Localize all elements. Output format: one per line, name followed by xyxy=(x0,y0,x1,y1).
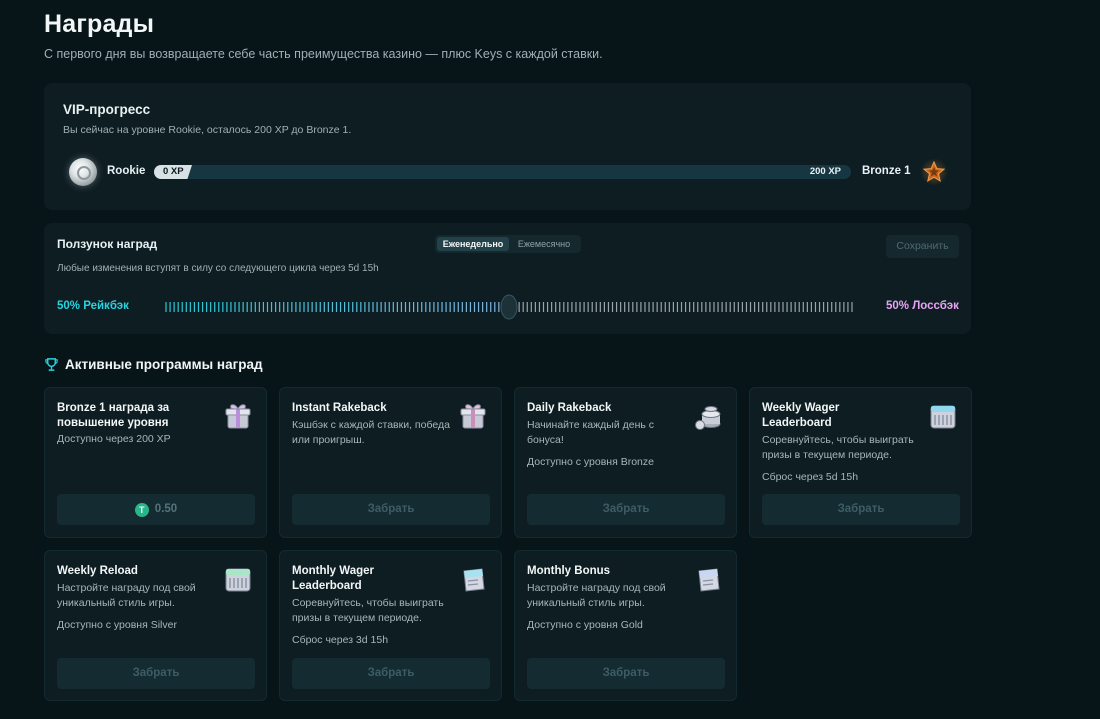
target-xp-label: 200 XP xyxy=(809,166,841,177)
calendar-icon xyxy=(930,405,956,429)
calendar-icon xyxy=(225,568,251,592)
programs-heading: Активные программы наград xyxy=(44,357,263,372)
slider-title: Ползунок наград xyxy=(57,237,158,251)
vip-progress-panel: VIP-прогресс Вы сейчас на уровне Rookie,… xyxy=(44,83,971,210)
gift-card-icon xyxy=(463,568,485,592)
card-title: Monthly Wager Leaderboard xyxy=(292,565,374,592)
card-description: Соревнуйтесь, чтобы выиграть призы в тек… xyxy=(292,597,444,624)
claim-button[interactable]: Забрать xyxy=(527,658,725,689)
page-title: Награды xyxy=(44,10,155,38)
vip-title: VIP-прогресс xyxy=(63,102,151,117)
card-availability: Доступно с уровня Silver xyxy=(57,619,177,631)
card-title: Instant Rakeback xyxy=(292,402,387,414)
rookie-medal-icon xyxy=(69,158,97,186)
gift-box-icon xyxy=(225,404,251,429)
slider-description: Любые изменения вступят в силу со следую… xyxy=(57,263,379,274)
reward-card-daily-rakeback: Daily Rakeback Начинайте каждый день с б… xyxy=(514,387,737,538)
period-toggle: Еженедельно Ежемесячно xyxy=(435,235,581,253)
gift-box-icon xyxy=(460,404,486,429)
tether-coin-icon: T xyxy=(134,502,149,517)
coin-stack-icon xyxy=(695,406,721,430)
rakeback-label: 50% Рейкбэк xyxy=(57,300,129,312)
card-availability: Доступно с уровня Bronze xyxy=(527,456,654,468)
reward-card-monthly-bonus: Monthly Bonus Настройте награду под свой… xyxy=(514,550,737,701)
reward-card-instant-rakeback: Instant Rakeback Кэшбэк с каждой ставки,… xyxy=(279,387,502,538)
current-xp-pill: 0 XP xyxy=(154,165,192,179)
claim-button[interactable]: Забрать xyxy=(292,494,490,525)
card-title: Monthly Bonus xyxy=(527,565,611,577)
rewards-slider-panel: Ползунок наград Еженедельно Ежемесячно С… xyxy=(44,223,971,334)
card-description: Настройте награду под свой уникальный ст… xyxy=(57,582,196,609)
lossback-label: 50% Лоссбэк xyxy=(886,300,959,312)
card-availability: Доступно с уровня Gold xyxy=(527,619,643,631)
claim-button[interactable]: T 0.50 xyxy=(57,494,255,525)
card-availability: Сброс через 3d 15h xyxy=(292,634,389,646)
page-subtitle: С первого дня вы возвращаете себе часть … xyxy=(44,47,603,61)
current-level-label: Rookie xyxy=(107,165,146,177)
programs-title: Активные программы наград xyxy=(65,357,263,372)
card-description: Начинайте каждый день с бонуса! xyxy=(527,419,655,446)
reward-card-weekly-reload: Weekly Reload Настройте награду под свой… xyxy=(44,550,267,701)
gift-card-icon xyxy=(698,568,720,592)
vip-description: Вы сейчас на уровне Rookie, осталось 200… xyxy=(63,124,352,136)
card-title: Daily Rakeback xyxy=(527,402,612,414)
claim-button[interactable]: Забрать xyxy=(762,494,960,525)
next-level-label: Bronze 1 xyxy=(862,165,911,177)
bronze-medal-icon xyxy=(920,158,948,186)
claim-button[interactable]: Забрать xyxy=(292,658,490,689)
card-description: Кэшбэк с каждой ставки, победа или проиг… xyxy=(292,419,450,446)
slider-knob[interactable] xyxy=(500,294,518,320)
card-description: Настройте награду под свой уникальный ст… xyxy=(527,582,666,609)
claim-button[interactable]: Забрать xyxy=(57,658,255,689)
card-availability: Доступно через 200 XP xyxy=(57,433,171,445)
xp-progress-bar: 0 XP 200 XP xyxy=(154,165,851,179)
tab-weekly[interactable]: Еженедельно xyxy=(437,237,509,251)
card-title: Bronze 1 награда за повышение уровня xyxy=(57,402,170,429)
card-description: Соревнуйтесь, чтобы выиграть призы в тек… xyxy=(762,434,914,461)
card-availability: Сброс через 5d 15h xyxy=(762,471,859,483)
save-button[interactable]: Сохранить xyxy=(886,235,959,258)
claim-button[interactable]: Забрать xyxy=(527,494,725,525)
reward-card-level-up: Bronze 1 награда за повышение уровня Дос… xyxy=(44,387,267,538)
rewards-slider[interactable] xyxy=(164,294,854,320)
claim-amount: 0.50 xyxy=(154,503,178,515)
reward-card-monthly-leaderboard: Monthly Wager Leaderboard Соревнуйтесь, … xyxy=(279,550,502,701)
card-title: Weekly Reload xyxy=(57,565,138,577)
trophy-icon xyxy=(45,358,58,371)
tab-monthly[interactable]: Ежемесячно xyxy=(511,237,577,251)
reward-card-weekly-leaderboard: Weekly Wager Leaderboard Соревнуйтесь, ч… xyxy=(749,387,972,538)
card-title: Weekly Wager Leaderboard xyxy=(762,402,840,429)
